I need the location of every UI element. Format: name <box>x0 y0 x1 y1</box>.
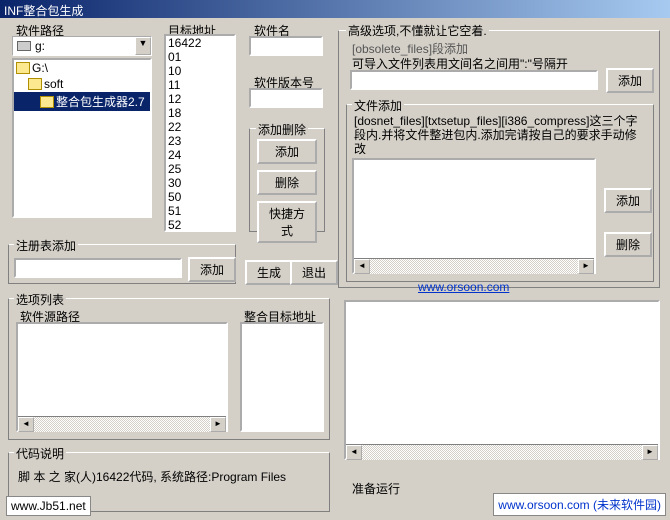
dir-listbox[interactable]: 16422 01 10 11 12 18 22 23 24 25 30 50 5… <box>164 34 236 232</box>
file-delete-button[interactable]: 删除 <box>604 232 652 257</box>
title-bar: INF整合包生成 <box>0 0 670 18</box>
registry-label: 注册表添加 <box>14 237 78 254</box>
ready-label: 准备运行 <box>352 480 400 497</box>
drive-combo[interactable]: g: ▼ <box>12 36 152 56</box>
folder-icon <box>16 62 30 74</box>
list-item[interactable]: 10 <box>166 64 234 78</box>
list-item[interactable]: 24 <box>166 148 234 162</box>
option-list-label: 选项列表 <box>14 291 66 308</box>
registry-add-button[interactable]: 添加 <box>188 257 236 282</box>
software-name-input[interactable] <box>249 36 323 56</box>
scrollbar-horizontal[interactable]: ◄ ► <box>18 416 226 432</box>
tree-item-selected[interactable]: 整合包生成器2.7 <box>14 92 150 111</box>
scroll-right-icon[interactable]: ► <box>578 259 594 274</box>
file-add-label: 文件添加 <box>352 97 404 114</box>
shortcut-button[interactable]: 快捷方式 <box>257 201 317 243</box>
source-path-area[interactable]: ◄ ► <box>16 322 228 432</box>
scrollbar-horizontal[interactable]: ◄ ► <box>354 258 594 274</box>
scroll-left-icon[interactable]: ◄ <box>18 417 34 432</box>
obsolete-input[interactable] <box>350 70 598 90</box>
list-item[interactable]: 51 <box>166 204 234 218</box>
drive-icon <box>17 41 31 51</box>
tree-item[interactable]: G:\ <box>14 60 150 76</box>
window-title: INF整合包生成 <box>4 4 83 18</box>
list-item[interactable]: 23 <box>166 134 234 148</box>
folder-icon <box>28 78 42 90</box>
add-delete-label: 添加删除 <box>256 121 308 138</box>
code-text: 脚 本 之 家(人)16422代码, 系统路径:Program Files <box>18 468 328 485</box>
add-delete-group: 添加 删除 快捷方式 <box>249 128 325 232</box>
code-desc-label: 代码说明 <box>14 445 66 462</box>
list-item[interactable]: 25 <box>166 162 234 176</box>
registry-input[interactable] <box>14 258 182 278</box>
list-item[interactable]: 52 <box>166 218 234 232</box>
software-version-input[interactable] <box>249 88 323 108</box>
list-item[interactable]: 30 <box>166 176 234 190</box>
exit-button[interactable]: 退出 <box>290 260 338 285</box>
list-item[interactable]: 12 <box>166 92 234 106</box>
scroll-left-icon[interactable]: ◄ <box>354 259 370 274</box>
orsoon-link[interactable]: www.orsoon.com <box>418 280 509 294</box>
generate-button[interactable]: 生成 <box>245 260 293 285</box>
tree-item[interactable]: soft <box>14 76 150 92</box>
obsolete-add-button[interactable]: 添加 <box>606 68 654 93</box>
scroll-left-icon[interactable]: ◄ <box>346 445 362 460</box>
file-list-area[interactable]: ◄ ► <box>352 158 596 274</box>
folder-tree[interactable]: G:\ soft 整合包生成器2.7 <box>12 58 152 218</box>
chevron-down-icon[interactable]: ▼ <box>135 37 151 55</box>
list-item[interactable]: 50 <box>166 190 234 204</box>
add-button[interactable]: 添加 <box>257 139 317 164</box>
file-add-desc: [dosnet_files][txtsetup_files][i386_comp… <box>354 114 648 156</box>
list-item[interactable]: 22 <box>166 120 234 134</box>
scroll-right-icon[interactable]: ► <box>642 445 658 460</box>
jb51-watermark: www.Jb51.net <box>6 496 91 516</box>
delete-button[interactable]: 删除 <box>257 170 317 195</box>
advanced-label: 高级选项,不懂就让它空着. <box>346 22 489 39</box>
list-item[interactable]: 16422 <box>166 36 234 50</box>
list-item[interactable]: 01 <box>166 50 234 64</box>
scroll-right-icon[interactable]: ► <box>210 417 226 432</box>
list-item[interactable]: 18 <box>166 106 234 120</box>
footer-watermark: www.orsoon.com (未来软件园) <box>493 493 666 516</box>
scrollbar-horizontal[interactable]: ◄ ► <box>346 444 658 460</box>
integrated-target-area[interactable] <box>240 322 324 432</box>
folder-icon <box>40 96 54 108</box>
file-add-button[interactable]: 添加 <box>604 188 652 213</box>
output-area[interactable]: ◄ ► <box>344 300 660 460</box>
list-item[interactable]: 11 <box>166 78 234 92</box>
